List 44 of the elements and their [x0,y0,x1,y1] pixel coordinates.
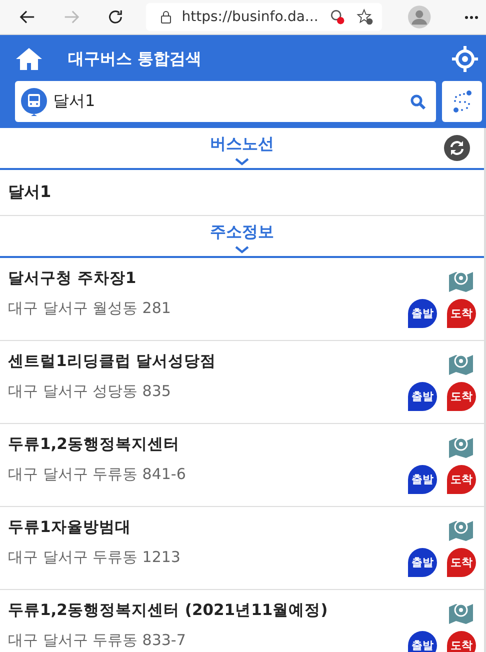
arrive-button[interactable]: 도착 [447,465,476,494]
place-address: 대구 달서구 성당동 835 [8,382,172,401]
depart-button[interactable]: 출발 [408,465,437,494]
search-icon[interactable] [410,94,426,110]
map-pin-icon[interactable] [448,436,474,460]
refresh-icon[interactable] [444,135,470,161]
route-button[interactable] [442,81,482,122]
map-pin-icon[interactable] [448,519,474,543]
chevron-down-icon[interactable] [235,158,249,166]
depart-button[interactable]: 출발 [408,299,437,328]
search-field[interactable]: 달서1 [15,81,436,122]
place-address: 대구 달서구 두류동 1213 [8,548,182,567]
place-name[interactable]: 두류1,2동행정복지센터 [8,434,408,455]
map-pin-icon[interactable] [448,353,474,377]
place-name[interactable]: 달서구청 주차장1 [8,268,408,289]
place-address: 대구 달서구 두류동 841-6 [8,465,187,484]
bus-icon [21,88,47,116]
depart-button[interactable]: 출발 [408,382,437,411]
map-pin-icon[interactable] [448,602,474,626]
favorite-add-icon[interactable] [356,8,374,26]
app-title: 대구버스 통합검색 [68,48,203,70]
search-input[interactable]: 달서1 [53,92,410,111]
location-blocked-icon[interactable] [328,8,346,26]
route-result[interactable]: 달서1 [8,182,52,203]
section-toggle[interactable]: 버스노선 [210,134,274,155]
home-icon[interactable] [15,47,43,71]
place-address: 대구 달서구 두류동 833-7 [8,631,187,650]
arrive-button[interactable]: 도착 [447,631,476,652]
chevron-down-icon[interactable] [235,246,249,254]
arrive-button[interactable]: 도착 [447,299,476,328]
place-name[interactable]: 두류1자율방범대 [8,517,408,538]
place-address: 대구 달서구 월성동 281 [8,299,172,318]
lock-icon [160,10,172,24]
place-name[interactable]: 센트럴1리딩클럽 달서성당점 [8,351,408,372]
depart-button[interactable]: 출발 [408,548,437,577]
depart-button[interactable]: 출발 [408,631,437,652]
arrive-button[interactable]: 도착 [447,548,476,577]
address-bar[interactable]: https://businfo.da... [146,3,382,31]
map-pin-icon[interactable] [448,270,474,294]
arrive-button[interactable]: 도착 [447,382,476,411]
place-name[interactable]: 두류1,2동행정복지센터 (2021년11월예정) [8,600,408,621]
section-toggle[interactable]: 주소정보 [210,222,274,243]
crosshair-icon[interactable] [452,46,478,72]
profile-avatar-icon[interactable] [408,5,431,29]
